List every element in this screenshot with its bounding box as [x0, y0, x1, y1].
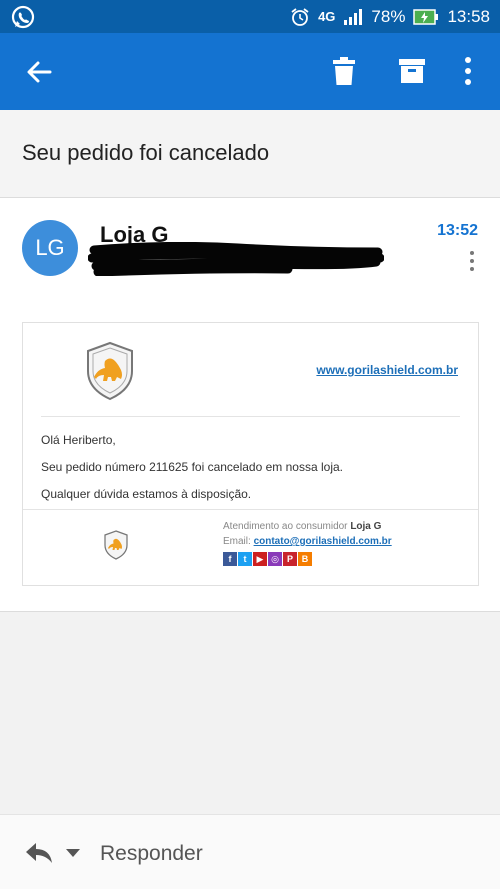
subject-header: Seu pedido foi cancelado: [0, 110, 500, 198]
pinterest-icon[interactable]: P: [283, 552, 297, 566]
battery-charging-icon: [413, 8, 439, 25]
battery-percent: 78%: [371, 6, 406, 26]
footer-label: Atendimento ao consumidor: [223, 521, 348, 532]
blogger-icon[interactable]: B: [298, 552, 312, 566]
footer-support-line: Atendimento ao consumidor Loja G: [223, 521, 381, 532]
gorilashield-logo-small: [104, 530, 128, 560]
back-arrow-icon[interactable]: [24, 57, 54, 87]
email-body-card: www.gorilashield.com.br Olá Heriberto, S…: [22, 322, 479, 586]
chevron-down-icon[interactable]: [66, 849, 80, 857]
status-bar: 4G 78% 13:58: [0, 0, 500, 33]
alarm-icon: [290, 7, 310, 27]
greeting-text: Olá Heriberto,: [41, 433, 116, 447]
trash-icon[interactable]: [332, 55, 356, 87]
instagram-icon[interactable]: ◎: [268, 552, 282, 566]
divider: [23, 509, 478, 510]
divider: [41, 416, 460, 417]
app-bar: [0, 33, 500, 110]
clock: 13:58: [447, 6, 490, 26]
footer-email-link[interactable]: contato@gorilashield.com.br: [254, 536, 392, 547]
site-link[interactable]: www.gorilashield.com.br: [316, 363, 458, 377]
reply-icon[interactable]: [24, 841, 54, 865]
signal-icon: [343, 8, 363, 25]
body-line-1: Seu pedido número 211625 foi cancelado e…: [41, 460, 343, 474]
bottom-bar: Responder: [0, 814, 500, 889]
network-type: 4G: [318, 9, 336, 24]
footer-email-label: Email:: [223, 536, 251, 547]
message-time: 13:52: [437, 222, 478, 239]
redaction-scribble: [88, 242, 384, 276]
email-subject: Seu pedido foi cancelado: [22, 140, 270, 165]
youtube-icon[interactable]: ▶: [253, 552, 267, 566]
facebook-icon[interactable]: f: [223, 552, 237, 566]
twitter-icon[interactable]: t: [238, 552, 252, 566]
whatsapp-icon: [11, 5, 35, 29]
archive-icon[interactable]: [398, 57, 426, 85]
reply-button[interactable]: Responder: [100, 842, 203, 866]
message-more-icon[interactable]: [468, 250, 476, 272]
avatar[interactable]: LG: [22, 220, 78, 276]
body-line-2: Qualquer dúvida estamos à disposição.: [41, 487, 252, 501]
footer-email-line: Email: contato@gorilashield.com.br: [223, 536, 392, 547]
more-vert-icon[interactable]: [462, 55, 474, 87]
footer-store: Loja G: [350, 521, 382, 532]
gorilashield-logo: [87, 341, 133, 401]
social-links: f t ▶ ◎ P B: [223, 552, 312, 566]
